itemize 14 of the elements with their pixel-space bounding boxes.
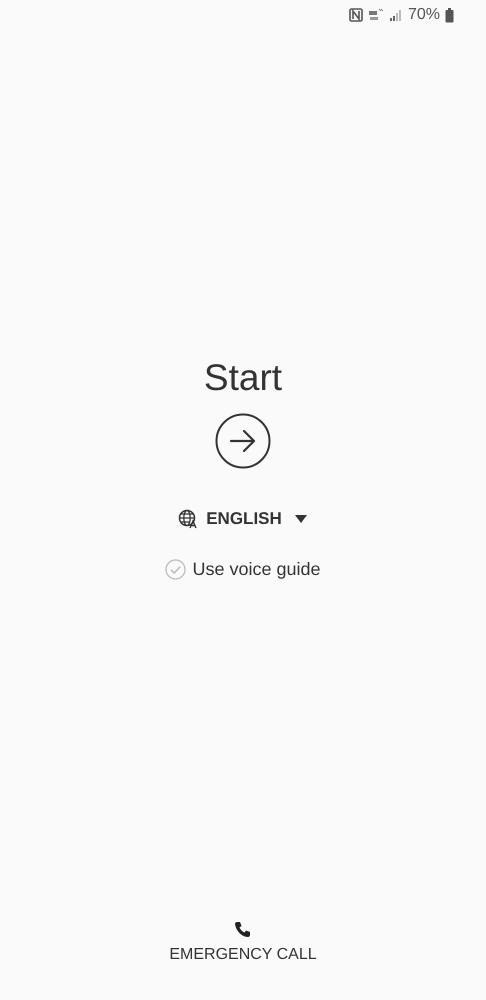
nfc-icon [348, 8, 363, 22]
signal-icon [388, 8, 403, 22]
phone-icon [233, 920, 253, 940]
unchecked-circle-icon [165, 559, 186, 580]
start-button[interactable] [215, 413, 271, 469]
emergency-call-button[interactable]: EMERGENCY CALL [165, 916, 321, 968]
language-dropdown[interactable]: ENGLISH [174, 507, 312, 531]
battery-percentage: 70% [408, 6, 440, 24]
start-title: Start [204, 357, 282, 399]
voice-guide-checkbox[interactable]: Use voice guide [165, 559, 321, 580]
network-icon [368, 8, 384, 22]
globe-icon [178, 509, 198, 529]
dropdown-caret-icon [294, 514, 308, 524]
battery-icon [445, 8, 454, 22]
